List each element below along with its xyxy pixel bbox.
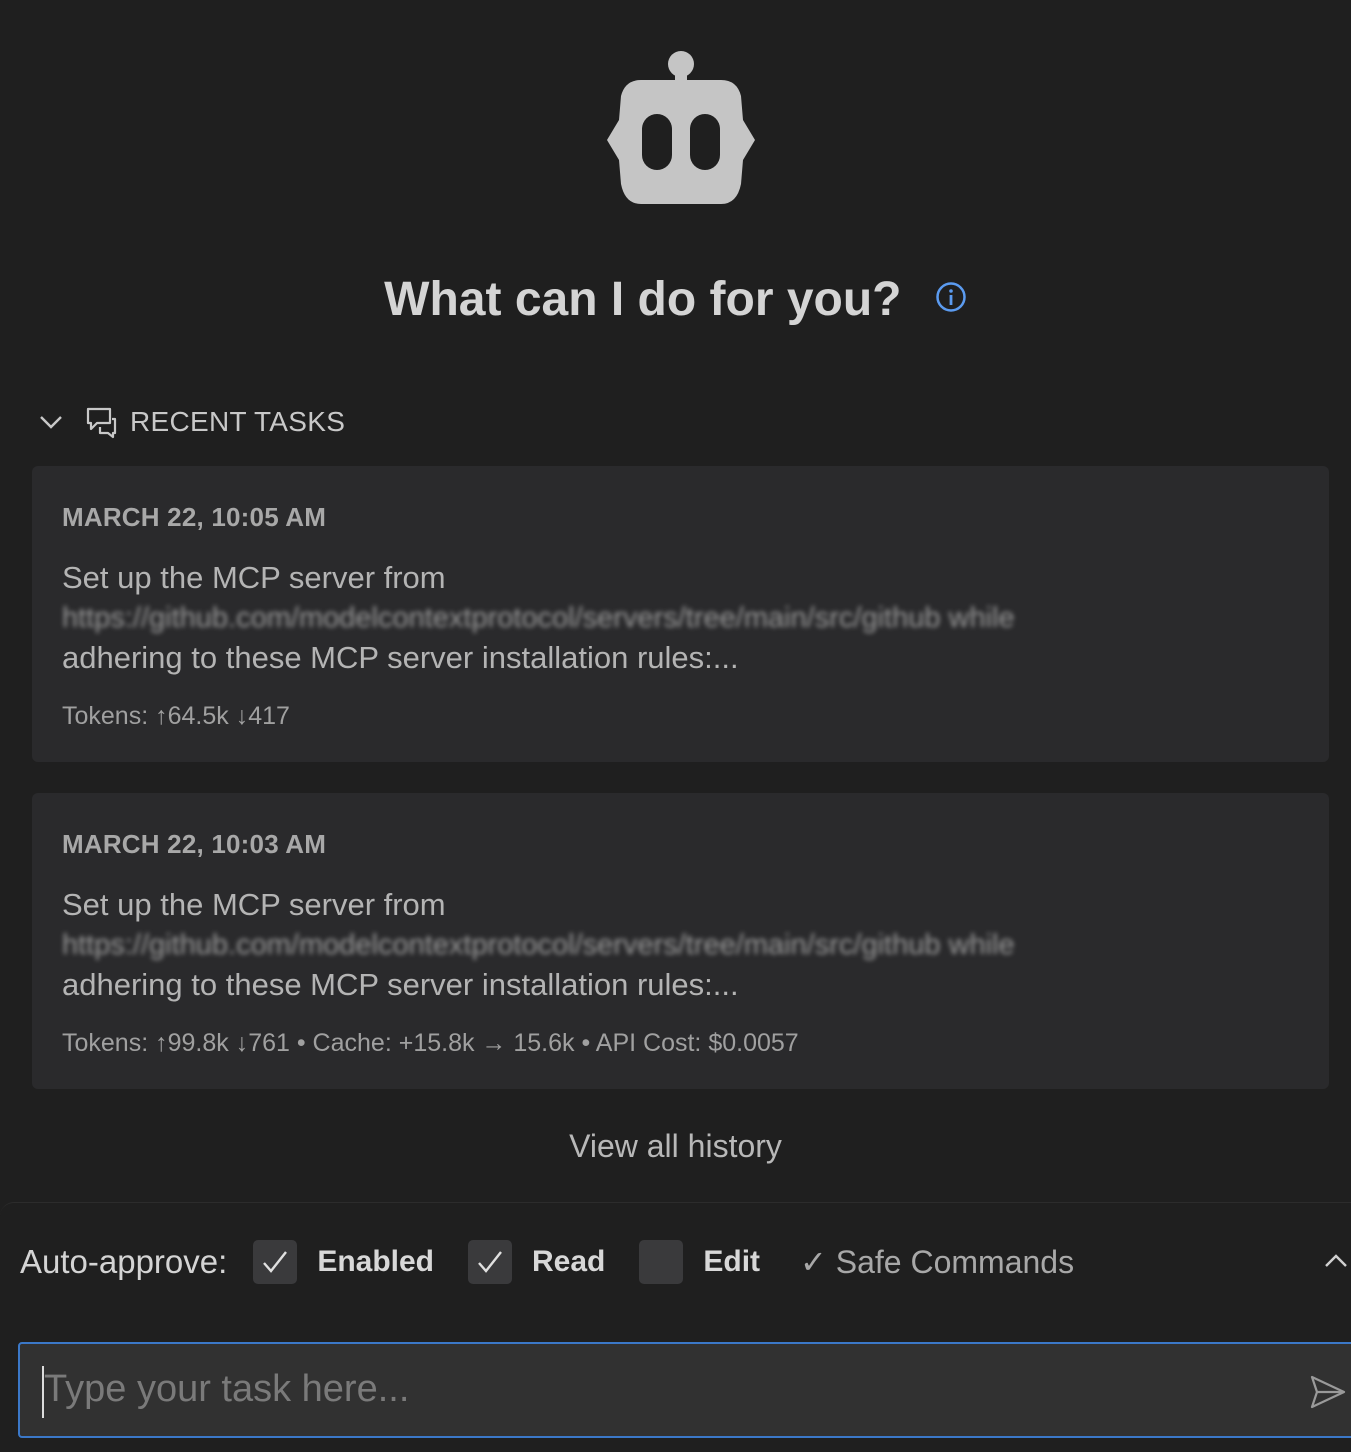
read-checkbox[interactable] — [468, 1240, 513, 1284]
task-description-line: adhering to these MCP server installatio… — [62, 967, 739, 1002]
task-description-line: adhering to these MCP server installatio… — [62, 640, 739, 675]
read-label[interactable]: Read — [532, 1245, 605, 1279]
task-description-line: Set up the MCP server from — [62, 560, 446, 595]
info-icon[interactable] — [935, 281, 967, 313]
auto-approve-label: Auto-approve: — [20, 1243, 228, 1280]
recent-tasks-label: RECENT TASKS — [130, 406, 346, 437]
edit-checkbox[interactable] — [639, 1240, 684, 1284]
safe-commands-option[interactable]: ✓ Safe Commands — [800, 1243, 1074, 1281]
task-description: Set up the MCP server from https://githu… — [62, 558, 1202, 678]
app-root: What can I do for you? RECENT TASKS MARC… — [0, 0, 1351, 1452]
task-description-url: https://github.com/modelcontextprotocol/… — [62, 602, 1015, 634]
task-date: MARCH 22, 10:05 AM — [62, 502, 327, 532]
chevron-down-icon — [40, 416, 62, 429]
task-description-line: Set up the MCP server from — [62, 887, 446, 922]
task-card[interactable]: MARCH 22, 10:05 AM Set up the MCP server… — [32, 466, 1329, 762]
auto-approve-bar: Auto-approve: Enabled Read Edit ✓ Safe C… — [20, 1236, 1074, 1288]
checkmark-icon — [263, 1251, 288, 1273]
recent-tasks-toggle[interactable]: RECENT TASKS — [36, 400, 345, 444]
task-card[interactable]: MARCH 22, 10:03 AM Set up the MCP server… — [32, 793, 1329, 1089]
send-icon[interactable] — [1308, 1372, 1348, 1412]
chat-bubbles-icon — [86, 407, 117, 439]
task-token-usage: Tokens: ↑64.5k ↓417 — [62, 702, 290, 730]
edit-label[interactable]: Edit — [703, 1245, 760, 1279]
checkmark-icon — [478, 1251, 502, 1273]
chevron-up-icon[interactable] — [1322, 1246, 1350, 1274]
task-date: MARCH 22, 10:03 AM — [62, 829, 327, 859]
task-input-placeholder: Type your task here... — [44, 1368, 410, 1410]
task-description-url: https://github.com/modelcontextprotocol/… — [62, 929, 1015, 961]
welcome-heading: What can I do for you? — [0, 268, 1351, 330]
view-all-history-link[interactable]: View all history — [0, 1128, 1351, 1165]
enabled-checkbox[interactable] — [253, 1240, 298, 1284]
task-input[interactable]: Type your task here... — [18, 1342, 1351, 1438]
robot-icon — [607, 51, 755, 204]
welcome-title: What can I do for you? — [384, 273, 902, 327]
task-token-usage: Tokens: ↑99.8k ↓761 • Cache: +15.8k → 15… — [62, 1029, 799, 1057]
enabled-label[interactable]: Enabled — [317, 1245, 434, 1279]
task-description: Set up the MCP server from https://githu… — [62, 885, 1202, 1005]
